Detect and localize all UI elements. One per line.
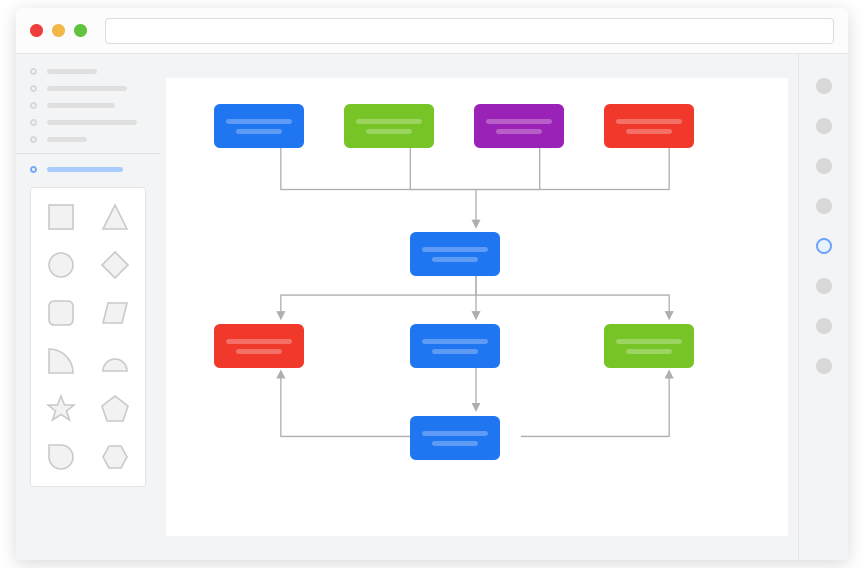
shape-quarter-circle-icon[interactable] <box>44 344 78 378</box>
traffic-lights <box>30 24 87 37</box>
flow-node[interactable] <box>604 324 694 368</box>
tool-button[interactable] <box>816 118 832 134</box>
content-area <box>16 54 848 560</box>
tool-button[interactable] <box>816 158 832 174</box>
shape-trapezoid-icon[interactable] <box>98 296 132 330</box>
left-sidebar <box>16 54 160 560</box>
flow-node[interactable] <box>410 416 500 460</box>
shape-triangle-icon[interactable] <box>98 200 132 234</box>
shape-square-icon[interactable] <box>44 200 78 234</box>
layer-item[interactable] <box>30 85 146 92</box>
shape-palette <box>30 187 146 487</box>
tool-button[interactable] <box>816 198 832 214</box>
flow-node[interactable] <box>410 232 500 276</box>
shape-semicircle-icon[interactable] <box>98 344 132 378</box>
shape-diamond-icon[interactable] <box>98 248 132 282</box>
minimize-button[interactable] <box>52 24 65 37</box>
shape-circle-icon[interactable] <box>44 248 78 282</box>
shape-star-icon[interactable] <box>44 392 78 426</box>
layer-item[interactable] <box>30 119 146 126</box>
close-button[interactable] <box>30 24 43 37</box>
flow-node[interactable] <box>214 104 304 148</box>
shape-hexagon-icon[interactable] <box>98 440 132 474</box>
title-bar <box>16 8 848 54</box>
tool-button[interactable] <box>816 318 832 334</box>
selected-layer[interactable] <box>30 166 146 177</box>
tool-button[interactable] <box>816 78 832 94</box>
address-bar[interactable] <box>105 18 834 44</box>
app-window <box>16 8 848 560</box>
flow-node[interactable] <box>214 324 304 368</box>
canvas-surface[interactable] <box>166 78 788 536</box>
flow-node[interactable] <box>410 324 500 368</box>
layer-item[interactable] <box>30 102 146 109</box>
shape-rounded-square-icon[interactable] <box>44 296 78 330</box>
tool-button[interactable] <box>816 278 832 294</box>
right-toolbar <box>798 54 848 560</box>
shape-pentagon-icon[interactable] <box>98 392 132 426</box>
layer-list <box>30 68 146 143</box>
flow-node[interactable] <box>474 104 564 148</box>
flow-node[interactable] <box>604 104 694 148</box>
tool-button-active[interactable] <box>816 238 832 254</box>
shape-teardrop-icon[interactable] <box>44 440 78 474</box>
flow-node[interactable] <box>344 104 434 148</box>
tool-button[interactable] <box>816 358 832 374</box>
canvas[interactable] <box>160 54 798 560</box>
zoom-button[interactable] <box>74 24 87 37</box>
layer-item[interactable] <box>30 68 146 75</box>
layer-item[interactable] <box>30 136 146 143</box>
